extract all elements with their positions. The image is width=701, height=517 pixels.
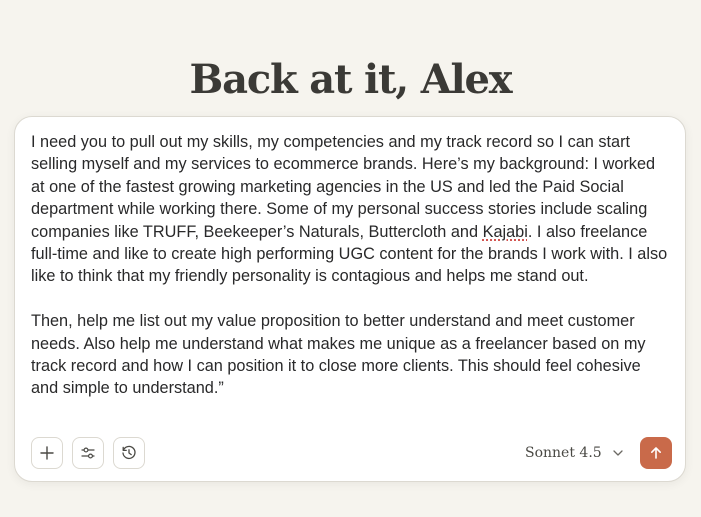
clock-history-icon [122,445,136,460]
chevron-down-icon [613,450,623,456]
prompt-input[interactable]: I need you to pull out my skills, my com… [31,131,671,400]
greeting-title: Back at it, Alex [189,55,513,103]
model-name: Sonnet 4.5 [525,445,602,461]
prompt-paragraph: Then, help me list out my value proposit… [31,312,646,398]
tools-button[interactable] [72,437,104,469]
sliders-icon [81,447,95,459]
page: Back at it, Alex I need you to pull out … [0,0,701,517]
prompt-paragraph: I need you to pull out my skills, my com… [31,131,671,288]
misspelled-word[interactable]: Kajabi [483,223,528,241]
model-selector[interactable]: Sonnet 4.5 [525,441,624,465]
plus-icon [40,446,54,460]
send-button[interactable] [640,437,672,469]
add-content-button[interactable] [31,437,63,469]
history-button[interactable] [113,437,145,469]
arrow-up-icon [651,447,661,459]
chat-composer[interactable]: I need you to pull out my skills, my com… [14,116,686,482]
